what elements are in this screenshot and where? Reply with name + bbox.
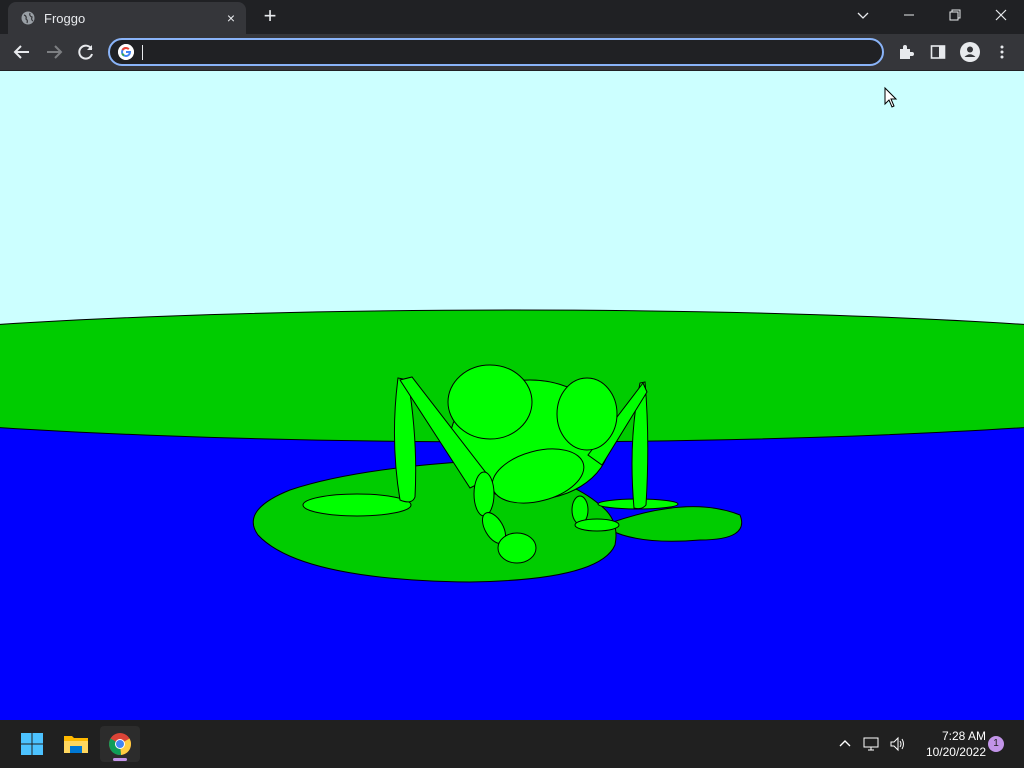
volume-button[interactable] bbox=[886, 720, 910, 768]
restore-icon bbox=[949, 9, 961, 21]
title-bar: Froggo × + bbox=[0, 0, 1024, 34]
minimize-button[interactable] bbox=[886, 0, 932, 30]
file-explorer-icon bbox=[64, 736, 88, 753]
network-icon bbox=[863, 737, 879, 751]
address-input[interactable] bbox=[142, 42, 862, 62]
browser-tab[interactable]: Froggo × bbox=[8, 2, 246, 34]
close-window-button[interactable] bbox=[978, 0, 1024, 30]
side-panel-button[interactable] bbox=[924, 38, 952, 66]
notification-badge[interactable]: 1 bbox=[988, 736, 1004, 752]
tray-overflow-button[interactable] bbox=[834, 720, 856, 768]
globe-icon bbox=[21, 11, 35, 25]
start-button[interactable] bbox=[12, 726, 52, 762]
frog-left-eye bbox=[447, 364, 533, 440]
network-button[interactable] bbox=[860, 720, 884, 768]
chevron-up-icon bbox=[839, 740, 851, 747]
frog-right-hand bbox=[574, 518, 620, 532]
clock-date: 10/20/2022 bbox=[925, 745, 986, 759]
puzzle-icon bbox=[900, 45, 914, 59]
reload-button[interactable] bbox=[72, 38, 100, 66]
forward-button[interactable] bbox=[40, 38, 68, 66]
clock-time: 7:28 AM bbox=[941, 729, 986, 743]
page-content bbox=[0, 71, 1024, 720]
menu-button[interactable] bbox=[988, 38, 1016, 66]
frog-left-arm bbox=[473, 471, 495, 517]
tab-close-icon[interactable]: × bbox=[222, 9, 240, 27]
file-explorer-button[interactable] bbox=[56, 726, 96, 762]
chrome-button[interactable] bbox=[100, 726, 140, 762]
more-vertical-icon bbox=[1000, 45, 1004, 59]
restore-button[interactable] bbox=[932, 0, 978, 30]
tab-title: Froggo bbox=[44, 11, 86, 26]
new-tab-button[interactable]: + bbox=[258, 5, 282, 29]
minimize-icon bbox=[904, 14, 914, 16]
profile-button[interactable] bbox=[956, 38, 984, 66]
back-button[interactable] bbox=[8, 38, 36, 66]
avatar-icon bbox=[960, 42, 980, 62]
reload-icon bbox=[78, 44, 93, 60]
speaker-icon bbox=[890, 736, 904, 752]
browser-toolbar bbox=[0, 34, 1024, 71]
windows-start-icon bbox=[21, 733, 43, 755]
side-panel-icon bbox=[930, 45, 946, 59]
system-clock[interactable]: 7:28 AM 10/20/2022 bbox=[914, 728, 986, 760]
frog-right-eye bbox=[556, 377, 618, 451]
active-app-indicator bbox=[113, 758, 127, 761]
chrome-icon bbox=[108, 733, 132, 756]
arrow-left-icon bbox=[13, 45, 29, 59]
google-icon bbox=[118, 44, 134, 60]
froggo-scene bbox=[0, 71, 1024, 720]
taskbar: 7:28 AM 10/20/2022 bbox=[0, 720, 1024, 768]
arrow-right-icon bbox=[47, 45, 63, 59]
text-caret bbox=[142, 45, 143, 60]
frog-back-left-foot bbox=[302, 493, 412, 517]
address-bar[interactable] bbox=[108, 38, 884, 66]
tab-search-button[interactable] bbox=[840, 0, 886, 30]
chevron-down-icon bbox=[857, 12, 869, 19]
close-icon bbox=[995, 9, 1007, 21]
frog-left-hand bbox=[497, 532, 537, 564]
extensions-button[interactable] bbox=[892, 38, 920, 66]
